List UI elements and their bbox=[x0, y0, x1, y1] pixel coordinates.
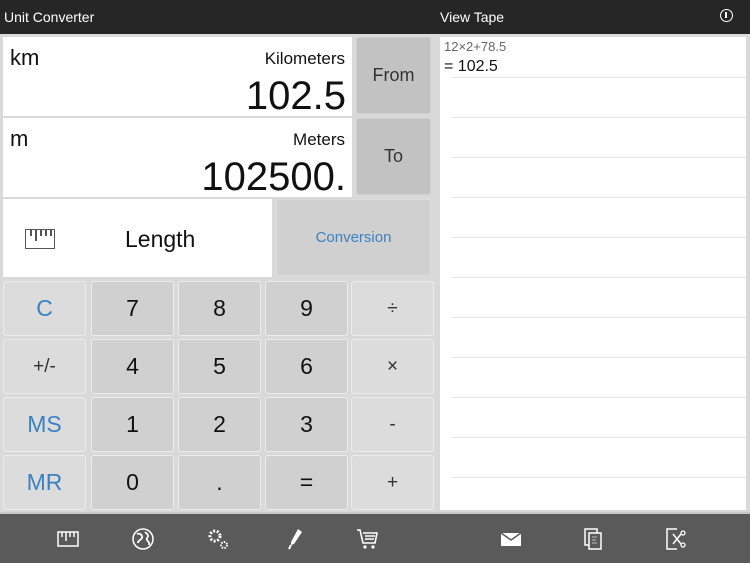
key-memory-store-button[interactable]: MS bbox=[3, 397, 86, 452]
key-multiply-button[interactable]: × bbox=[351, 339, 434, 394]
tape-rule-line bbox=[451, 157, 746, 158]
app-title: Unit Converter bbox=[4, 9, 95, 25]
title-bar: Unit Converter View Tape bbox=[0, 0, 750, 34]
to-unit-name: Meters bbox=[293, 130, 345, 149]
key-digit-5-button[interactable]: 5 bbox=[178, 339, 261, 394]
copy-icon[interactable] bbox=[581, 527, 605, 551]
tape-rule-line bbox=[451, 357, 746, 358]
key-digit-3-button[interactable]: 3 bbox=[265, 397, 348, 452]
key-memory-recall-button[interactable]: MR bbox=[3, 455, 86, 510]
tape-rule-line bbox=[451, 277, 746, 278]
key-digit-6-button[interactable]: 6 bbox=[265, 339, 348, 394]
tape-rule-line bbox=[451, 437, 746, 438]
from-unit-name: Kilometers bbox=[264, 49, 345, 68]
tape-rule-line bbox=[451, 477, 746, 478]
category-selector[interactable]: Length bbox=[3, 199, 272, 277]
key-digit-8-button[interactable]: 8 bbox=[178, 281, 261, 336]
key-equals-button[interactable]: = bbox=[265, 455, 348, 510]
converter-panel: km Kilometers 102.5 From m Meters 102500… bbox=[0, 34, 437, 512]
pen-icon[interactable] bbox=[283, 527, 307, 551]
cart-icon[interactable] bbox=[356, 527, 380, 551]
ruler-icon bbox=[25, 229, 55, 249]
key-negate-button[interactable]: +/- bbox=[3, 339, 86, 394]
conversion-button[interactable]: Conversion bbox=[276, 199, 431, 276]
key-digit-1-button[interactable]: 1 bbox=[91, 397, 174, 452]
to-button[interactable]: To bbox=[356, 118, 431, 195]
globe-icon[interactable] bbox=[131, 527, 155, 551]
from-unit-abbr: km bbox=[10, 45, 40, 70]
bottom-toolbar bbox=[0, 512, 750, 563]
tape-rule-line bbox=[451, 197, 746, 198]
from-button[interactable]: From bbox=[356, 37, 431, 114]
to-unit-display[interactable]: m Meters 102500. bbox=[3, 118, 352, 199]
ruler-icon[interactable] bbox=[56, 527, 80, 551]
tape-expression: 12×2+78.5 bbox=[444, 39, 507, 54]
info-icon[interactable] bbox=[720, 9, 733, 22]
key-digit-2-button[interactable]: 2 bbox=[178, 397, 261, 452]
key-digit-7-button[interactable]: 7 bbox=[91, 281, 174, 336]
tape-result: = 102.5 bbox=[444, 58, 498, 75]
tape-rule-line bbox=[451, 397, 746, 398]
tape-view[interactable]: 12×2+78.5 = 102.5 bbox=[440, 37, 746, 510]
tape-rule-line bbox=[451, 77, 746, 78]
key-subtract-button[interactable]: - bbox=[351, 397, 434, 452]
key-clear-button[interactable]: C bbox=[3, 281, 86, 336]
category-label: Length bbox=[125, 226, 196, 252]
gears-icon[interactable] bbox=[206, 527, 230, 551]
from-unit-display[interactable]: km Kilometers 102.5 bbox=[3, 37, 352, 118]
tape-rule-line bbox=[451, 237, 746, 238]
key-digit-4-button[interactable]: 4 bbox=[91, 339, 174, 394]
key-divide-button[interactable]: ÷ bbox=[351, 281, 434, 336]
key-decimal-button[interactable]: . bbox=[178, 455, 261, 510]
key-digit-9-button[interactable]: 9 bbox=[265, 281, 348, 336]
tape-rule-line bbox=[451, 117, 746, 118]
key-add-button[interactable]: + bbox=[351, 455, 434, 510]
to-unit-abbr: m bbox=[10, 126, 29, 151]
cut-icon[interactable] bbox=[663, 527, 687, 551]
mail-icon[interactable] bbox=[499, 527, 523, 551]
tape-title: View Tape bbox=[440, 9, 505, 25]
from-value: 102.5 bbox=[245, 74, 346, 118]
key-digit-0-button[interactable]: 0 bbox=[91, 455, 174, 510]
to-value: 102500. bbox=[201, 155, 346, 199]
tape-rule-line bbox=[451, 317, 746, 318]
